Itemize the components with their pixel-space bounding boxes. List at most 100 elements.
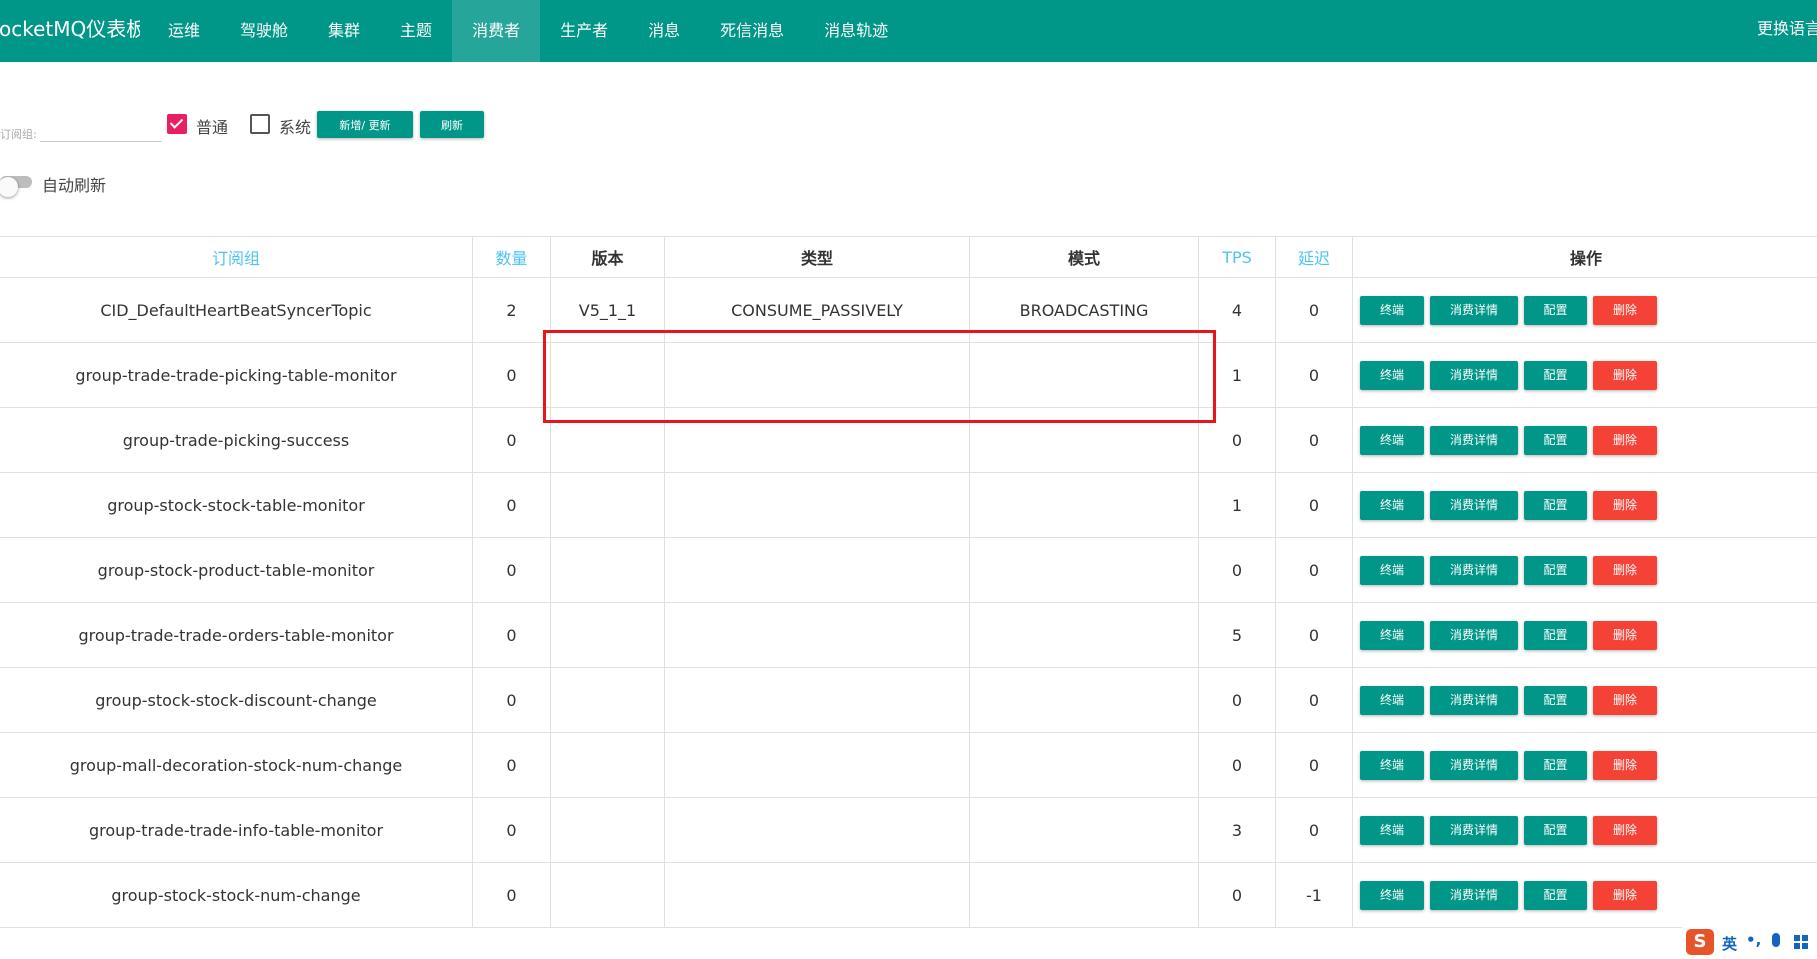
consume-detail-button[interactable]: 消费详情 bbox=[1430, 880, 1518, 910]
auto-refresh-label: 自动刷新 bbox=[42, 176, 107, 195]
consume-detail-button[interactable]: 消费详情 bbox=[1430, 685, 1518, 715]
cell-operations: 终端 消费详情 配置 删除 bbox=[1352, 797, 1817, 863]
nav-item-cluster[interactable]: 集群 bbox=[308, 0, 380, 62]
ime-grid-icon[interactable] bbox=[1794, 935, 1808, 949]
consume-detail-button[interactable]: 消费详情 bbox=[1430, 360, 1518, 390]
terminal-button[interactable]: 终端 bbox=[1360, 425, 1424, 455]
cell-type: CONSUME_PASSIVELY bbox=[664, 277, 970, 343]
config-button[interactable]: 配置 bbox=[1524, 490, 1587, 520]
normal-checkbox-label: 普通 bbox=[196, 118, 229, 137]
cell-version: V5_1_1 bbox=[550, 277, 665, 343]
cell-version bbox=[550, 862, 665, 928]
cell-tps: 0 bbox=[1198, 667, 1276, 733]
cell-tps: 3 bbox=[1198, 797, 1276, 863]
table-header-row: 订阅组 数量 版本 类型 模式 TPS 延迟 操作 bbox=[0, 236, 1817, 278]
delete-button[interactable]: 删除 bbox=[1593, 750, 1657, 780]
add-update-button[interactable]: 新增/ 更新 bbox=[317, 111, 413, 138]
nav-item-dashboard[interactable]: 驾驶舱 bbox=[220, 0, 308, 62]
cell-mode bbox=[969, 667, 1199, 733]
nav-item-topic[interactable]: 主题 bbox=[380, 0, 452, 62]
refresh-button[interactable]: 刷新 bbox=[420, 111, 484, 138]
cell-delay: 0 bbox=[1275, 602, 1353, 668]
cell-type bbox=[664, 732, 970, 798]
cell-version bbox=[550, 667, 665, 733]
cell-tps: 4 bbox=[1198, 277, 1276, 343]
config-button[interactable]: 配置 bbox=[1524, 295, 1587, 325]
subscription-group-input[interactable] bbox=[40, 118, 162, 142]
delete-button[interactable]: 删除 bbox=[1593, 295, 1657, 325]
config-button[interactable]: 配置 bbox=[1524, 360, 1587, 390]
change-language-button[interactable]: 更换语言 bbox=[1757, 0, 1817, 62]
terminal-button[interactable]: 终端 bbox=[1360, 815, 1424, 845]
consume-detail-button[interactable]: 消费详情 bbox=[1430, 295, 1518, 325]
terminal-button[interactable]: 终端 bbox=[1360, 750, 1424, 780]
cell-mode bbox=[969, 342, 1199, 408]
terminal-button[interactable]: 终端 bbox=[1360, 620, 1424, 650]
delete-button[interactable]: 删除 bbox=[1593, 490, 1657, 520]
system-checkbox[interactable] bbox=[250, 114, 270, 134]
ime-punctuation-indicator[interactable]: •, bbox=[1746, 931, 1761, 949]
config-button[interactable]: 配置 bbox=[1524, 750, 1587, 780]
delete-button[interactable]: 删除 bbox=[1593, 360, 1657, 390]
terminal-button[interactable]: 终端 bbox=[1360, 295, 1424, 325]
cell-count: 2 bbox=[472, 277, 551, 343]
config-button[interactable]: 配置 bbox=[1524, 425, 1587, 455]
config-button[interactable]: 配置 bbox=[1524, 620, 1587, 650]
cell-count: 0 bbox=[472, 797, 551, 863]
cell-subscription-group: group-stock-product-table-monitor bbox=[0, 537, 473, 603]
cell-version bbox=[550, 407, 665, 473]
nav-item-message-trace[interactable]: 消息轨迹 bbox=[804, 0, 908, 62]
consume-detail-button[interactable]: 消费详情 bbox=[1430, 815, 1518, 845]
consume-detail-button[interactable]: 消费详情 bbox=[1430, 425, 1518, 455]
cell-operations: 终端 消费详情 配置 删除 bbox=[1352, 277, 1817, 343]
terminal-button[interactable]: 终端 bbox=[1360, 555, 1424, 585]
consume-detail-button[interactable]: 消费详情 bbox=[1430, 555, 1518, 585]
delete-button[interactable]: 删除 bbox=[1593, 620, 1657, 650]
consume-detail-button[interactable]: 消费详情 bbox=[1430, 750, 1518, 780]
microphone-icon[interactable] bbox=[1772, 933, 1780, 947]
cell-operations: 终端 消费详情 配置 删除 bbox=[1352, 862, 1817, 928]
cell-mode bbox=[969, 797, 1199, 863]
header-version: 版本 bbox=[550, 236, 665, 278]
toggle-thumb bbox=[0, 177, 18, 197]
config-button[interactable]: 配置 bbox=[1524, 880, 1587, 910]
terminal-button[interactable]: 终端 bbox=[1360, 880, 1424, 910]
config-button[interactable]: 配置 bbox=[1524, 685, 1587, 715]
nav-item-dlq-message[interactable]: 死信消息 bbox=[700, 0, 804, 62]
consume-detail-button[interactable]: 消费详情 bbox=[1430, 620, 1518, 650]
app-brand[interactable]: RocketMQ仪表板 bbox=[0, 0, 140, 62]
terminal-button[interactable]: 终端 bbox=[1360, 490, 1424, 520]
ime-language-indicator[interactable]: 英 bbox=[1722, 933, 1737, 954]
cell-count: 0 bbox=[472, 602, 551, 668]
normal-checkbox[interactable] bbox=[167, 114, 187, 134]
header-tps[interactable]: TPS bbox=[1198, 236, 1276, 278]
cell-count: 0 bbox=[472, 537, 551, 603]
delete-button[interactable]: 删除 bbox=[1593, 425, 1657, 455]
consume-detail-button[interactable]: 消费详情 bbox=[1430, 490, 1518, 520]
header-delay[interactable]: 延迟 bbox=[1275, 236, 1353, 278]
config-button[interactable]: 配置 bbox=[1524, 815, 1587, 845]
header-subscription-group[interactable]: 订阅组 bbox=[0, 236, 473, 278]
cell-type bbox=[664, 797, 970, 863]
nav-item-producer[interactable]: 生产者 bbox=[540, 0, 628, 62]
delete-button[interactable]: 删除 bbox=[1593, 685, 1657, 715]
app-brand-text: RocketMQ仪表板 bbox=[0, 17, 140, 41]
ime-toolbar: S 英 •, bbox=[1682, 925, 1817, 959]
nav-item-ops[interactable]: 运维 bbox=[148, 0, 220, 62]
cell-delay: 0 bbox=[1275, 407, 1353, 473]
config-button[interactable]: 配置 bbox=[1524, 555, 1587, 585]
cell-count: 0 bbox=[472, 472, 551, 538]
delete-button[interactable]: 删除 bbox=[1593, 555, 1657, 585]
terminal-button[interactable]: 终端 bbox=[1360, 360, 1424, 390]
cell-version bbox=[550, 602, 665, 668]
header-count[interactable]: 数量 bbox=[472, 236, 551, 278]
terminal-button[interactable]: 终端 bbox=[1360, 685, 1424, 715]
delete-button[interactable]: 删除 bbox=[1593, 880, 1657, 910]
sogou-logo-icon[interactable]: S bbox=[1686, 929, 1714, 955]
delete-button[interactable]: 删除 bbox=[1593, 815, 1657, 845]
nav-item-message[interactable]: 消息 bbox=[628, 0, 700, 62]
auto-refresh-row: 自动刷新 bbox=[0, 170, 200, 197]
auto-refresh-toggle[interactable] bbox=[0, 176, 32, 197]
nav-item-consumer[interactable]: 消费者 bbox=[452, 0, 541, 62]
header-type: 类型 bbox=[664, 236, 970, 278]
